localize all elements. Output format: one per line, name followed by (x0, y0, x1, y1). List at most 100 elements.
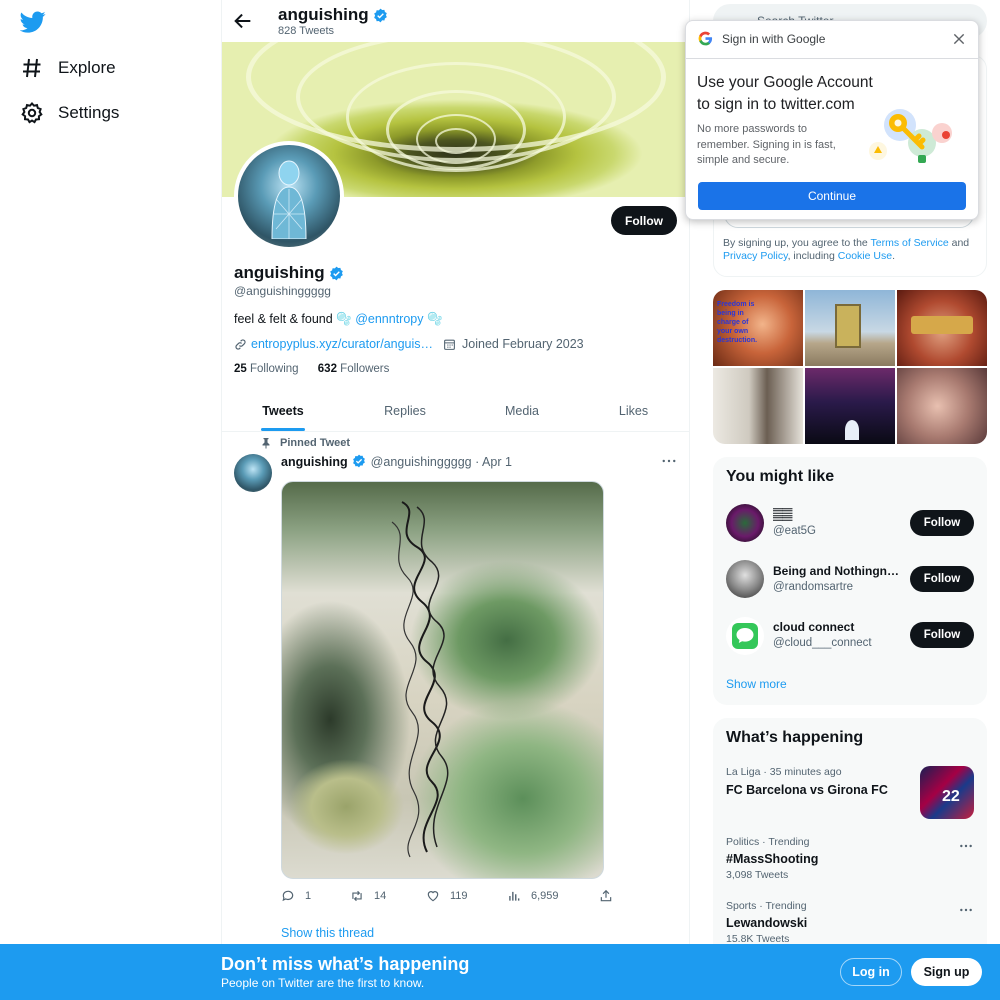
header-name-text: anguishing (278, 5, 369, 24)
user-name[interactable]: cloud connect (773, 620, 903, 634)
trend-thumbnail[interactable]: 22 (920, 766, 974, 819)
tweet-header: anguishing @anguishinggggg · Apr 1 (281, 454, 512, 469)
tab-media[interactable]: Media (466, 390, 578, 431)
media-thumb-3[interactable] (897, 290, 987, 366)
following-stat[interactable]: 25 Following (234, 363, 299, 375)
share-button[interactable] (599, 889, 623, 903)
pinned-tweet-label: Pinned Tweet (260, 437, 350, 449)
login-prompt-subtitle: People on Twitter are the first to know. (221, 976, 425, 990)
trend-title[interactable]: Lewandowski (726, 916, 807, 930)
nav-settings[interactable]: Settings (20, 93, 119, 133)
user-name[interactable]: Being and Nothingn… (773, 564, 903, 578)
media-thumb-5[interactable] (805, 368, 895, 444)
key-illustration-icon (860, 103, 960, 169)
twitter-logo-icon[interactable] (20, 9, 46, 35)
header-tweet-count: 828 Tweets (278, 25, 335, 37)
follow-button[interactable]: Follow (910, 566, 974, 592)
like-button[interactable]: 119 (426, 889, 468, 903)
trend-context: Politics · Trending (726, 836, 810, 848)
media-grid: Freedom is being in charge of your own d… (713, 290, 987, 444)
profile-avatar[interactable] (234, 141, 344, 251)
tweet-author-name[interactable]: anguishing (281, 455, 348, 469)
followers-label: Followers (340, 363, 390, 375)
back-arrow-icon[interactable] (232, 10, 254, 32)
google-continue-button[interactable]: Continue (698, 182, 966, 210)
user-handle: @cloud___connect (773, 637, 872, 649)
cookie-use-link[interactable]: Cookie Use (838, 250, 892, 262)
media-thumb-6[interactable] (897, 368, 987, 444)
terms-of-service-link[interactable]: Terms of Service (871, 237, 949, 249)
google-title-line1: Use your Google Account (697, 74, 873, 91)
trend-context: La Liga · 35 minutes ago (726, 766, 842, 778)
share-icon (600, 889, 612, 902)
tweet-author-avatar[interactable] (234, 454, 272, 492)
reply-icon (282, 890, 294, 902)
tab-tweets[interactable]: Tweets (222, 390, 344, 431)
like-count: 119 (450, 890, 468, 902)
retweet-button[interactable]: 14 (350, 889, 386, 903)
terms-end: . (892, 250, 895, 262)
signup-button[interactable]: Sign up (911, 958, 982, 986)
user-avatar[interactable] (726, 560, 764, 598)
followers-stat[interactable]: 632 Followers (318, 363, 390, 375)
user-avatar[interactable] (726, 504, 764, 542)
messages-app-avatar-icon[interactable] (726, 617, 764, 655)
tab-likes[interactable]: Likes (578, 390, 689, 431)
media-thumb-1[interactable]: Freedom is being in charge of your own d… (713, 290, 803, 366)
more-options-icon[interactable] (958, 902, 974, 918)
follow-button[interactable]: Follow (910, 622, 974, 648)
following-label: Following (250, 363, 299, 375)
gear-icon (20, 101, 44, 125)
views-chart-icon (509, 891, 520, 901)
tab-active-indicator (261, 428, 305, 431)
follow-button[interactable]: Follow (910, 510, 974, 536)
login-button[interactable]: Log in (840, 958, 902, 986)
google-logo-icon (698, 31, 713, 46)
reply-button[interactable]: 1 (281, 889, 311, 903)
pinned-text: Pinned Tweet (280, 437, 351, 449)
google-popup-header: Sign in with Google (722, 32, 826, 46)
user-handle: @eat5G (773, 525, 817, 537)
verified-badge-icon (329, 266, 344, 281)
heart-icon (427, 891, 439, 902)
profile-bio: feel & felt & found 🫧 @ennntropy 🫧 (234, 312, 443, 327)
views-count: 6,959 (531, 890, 559, 902)
media-thumb-1-text: Freedom is being in charge of your own d… (717, 301, 758, 344)
trend-title[interactable]: FC Barcelona vs Girona FC (726, 783, 888, 797)
trend-title[interactable]: #MassShooting (726, 852, 818, 866)
tweet-handle-date: @anguishinggggg · Apr 1 (370, 454, 512, 469)
followers-count: 632 (317, 363, 337, 375)
profile-follow-button[interactable]: Follow (611, 206, 677, 235)
show-thread-link[interactable]: Show this thread (281, 926, 374, 940)
privacy-policy-link[interactable]: Privacy Policy (723, 250, 788, 262)
more-options-icon[interactable] (660, 452, 678, 470)
close-icon[interactable] (952, 32, 966, 46)
tab-replies[interactable]: Replies (344, 390, 466, 431)
following-count: 25 (234, 363, 247, 375)
views-button[interactable]: 6,959 (507, 889, 559, 903)
profile-meta: entropyplus.xyz/curator/anguis… Joined F… (234, 337, 584, 351)
profile-handle: @anguishinggggg (234, 284, 331, 298)
nav-explore[interactable]: Explore (20, 48, 116, 88)
profile-website-link[interactable]: entropyplus.xyz/curator/anguis… (251, 337, 433, 351)
terms-prefix: By signing up, you agree to the (723, 237, 871, 249)
terms-mid: , including (787, 250, 838, 262)
media-thumb-2[interactable] (805, 290, 895, 366)
more-options-icon[interactable] (958, 838, 974, 854)
media-thumb-4[interactable] (713, 368, 803, 444)
trend-count: 3,098 Tweets (726, 869, 789, 881)
profile-follow-stats: 25 Following 632 Followers (234, 363, 389, 375)
bio-mention-link[interactable]: @ennntropy (355, 312, 423, 326)
retweet-icon (352, 890, 362, 902)
google-popup-body: No more passwords to remember. Signing i… (697, 123, 836, 166)
user-name[interactable]: 𝄛𝄛 (773, 507, 903, 522)
profile-name: anguishing (234, 263, 344, 283)
show-more-link[interactable]: Show more (726, 677, 787, 691)
tweet-image[interactable] (281, 481, 604, 879)
nav-settings-label: Settings (58, 103, 120, 122)
who-to-follow-title: You might like (726, 468, 835, 485)
pin-icon (260, 437, 280, 449)
login-prompt-title: Don’t miss what’s happening (221, 954, 470, 974)
user-handle: @randomsartre (773, 581, 854, 593)
reply-count: 1 (305, 890, 312, 902)
